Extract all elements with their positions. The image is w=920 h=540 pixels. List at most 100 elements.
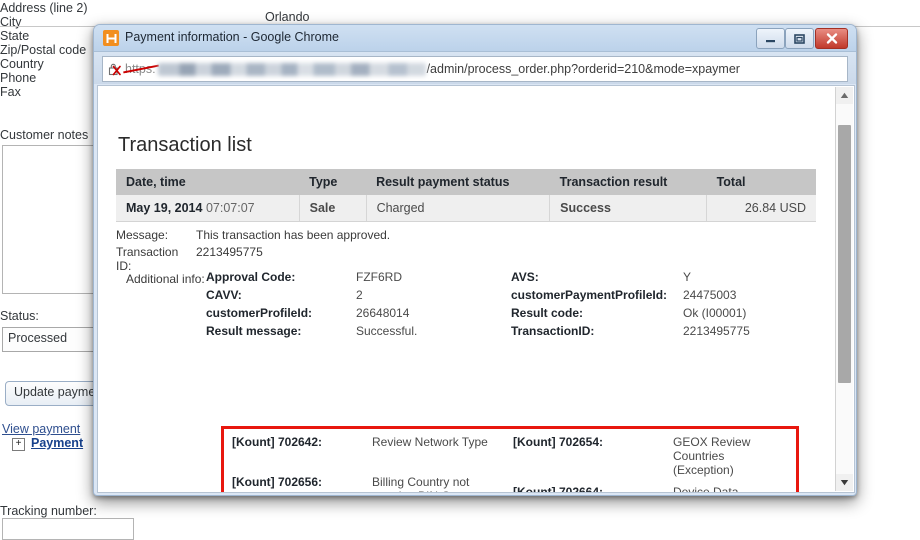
avs-key: AVS: [511, 270, 539, 284]
page-scrollbar[interactable] [835, 87, 853, 491]
result-message-key: Result message: [206, 324, 302, 338]
maximize-button[interactable] [785, 28, 814, 49]
kount-row: [Kount] 702664: Device Data Collector Mi… [513, 485, 794, 493]
window-title: Payment information - Google Chrome [125, 30, 339, 44]
browser-toolbar: https: /admin/process_order.php?orderid=… [94, 52, 856, 84]
message-value: This transaction has been approved. [196, 228, 391, 242]
kount-row: [Kount] 702656: Billing Country not equa… [232, 475, 513, 492]
customer-notes-textarea[interactable] [2, 145, 102, 294]
expand-plus-icon[interactable]: + [12, 438, 25, 451]
col-date-time: Date, time [116, 169, 300, 195]
kount-row: [Kount] 702654: GEOX Review Countries (E… [513, 435, 794, 477]
scroll-down-arrow-icon[interactable] [836, 474, 853, 491]
scrollbar-thumb[interactable] [838, 125, 851, 383]
result-code-value: Ok (I00001) [683, 306, 747, 320]
bg-field-zip: Zip/Postal code [0, 43, 87, 57]
additional-info-label: Additional info: [126, 272, 205, 286]
approval-code-value: FZF6RD [356, 270, 402, 284]
cell-type: Sale [298, 195, 367, 222]
kount-702664-key: [Kount] 702664: [513, 485, 604, 493]
broken-https-lock-icon[interactable] [107, 62, 122, 77]
additional-info-row: customerPaymentProfileId: 24475003 [511, 288, 816, 302]
approval-code-key: Approval Code: [206, 270, 296, 284]
cavv-key: CAVV: [206, 288, 242, 302]
col-payment-status: Result payment status [366, 169, 550, 195]
view-payment-link[interactable]: View payment [2, 422, 80, 436]
kount-702656-key: [Kount] 702656: [232, 475, 323, 489]
detail-transaction-id-row: Transaction ID: 2213495775 [116, 245, 816, 273]
kount-702654-value: GEOX Review Countries (Exception) [673, 435, 751, 477]
transaction-table: Date, time Type Result payment status Tr… [116, 169, 816, 222]
kount-right-column: [Kount] 702654: GEOX Review Countries (E… [513, 435, 794, 493]
bg-field-phone: Phone [0, 71, 37, 85]
transaction-detail: Message: This transaction has been appro… [116, 228, 816, 492]
kount-702664-value: Device Data Collector Missing & Score > … [673, 485, 739, 493]
bg-field-state: State [0, 29, 30, 43]
table-row: May 19, 2014 07:07:07 Sale Charged Succe… [116, 195, 816, 222]
additional-info-row: customerProfileId: 26648014 [206, 306, 511, 320]
tracking-number-label: Tracking number: [0, 504, 97, 518]
page-viewport: Transaction list Date, time Type Result … [97, 85, 855, 493]
cell-date-time: May 19, 2014 07:07:07 [116, 195, 300, 222]
cell-time: 07:07:07 [205, 201, 255, 215]
kount-702642-value: Review Network Type [372, 435, 488, 449]
status-select-value: Processed [8, 331, 68, 345]
customer-profile-id-value: 26648014 [356, 306, 410, 320]
col-total: Total [706, 169, 816, 195]
url-path: /admin/process_order.php?orderid=210&mod… [426, 62, 740, 76]
bg-field-country: Country [0, 57, 44, 71]
chrome-popup-window: Payment information - Google Chrome /adm… [93, 24, 857, 496]
kount-702656-value: Billing Country not equal to BIN Country… [372, 475, 483, 492]
page-title: Transaction list [118, 134, 252, 156]
customer-payment-profile-id-key: customerPaymentProfileId: [511, 288, 668, 302]
additional-info-grid: Approval Code: FZF6RD CAVV: 2 customerPr… [206, 270, 816, 342]
transaction-page: Transaction list Date, time Type Result … [98, 86, 835, 492]
result-message-value: Successful. [356, 324, 418, 338]
close-button[interactable] [815, 28, 848, 49]
kount-left-column: [Kount] 702642: Review Network Type [Kou… [232, 435, 513, 492]
kount-702642-key: [Kount] 702642: [232, 435, 323, 449]
table-header-row: Date, time Type Result payment status Tr… [116, 169, 816, 195]
cavv-value: 2 [356, 288, 363, 302]
customer-payment-profile-id-value: 24475003 [683, 288, 737, 302]
additional-info-row: Approval Code: FZF6RD [206, 270, 511, 284]
update-payment-button-label: Update payme [14, 385, 96, 399]
cell-result: Success [549, 195, 707, 222]
bg-field-fax: Fax [0, 85, 21, 99]
avs-value: Y [683, 270, 692, 284]
bg-field-address2: Address (line 2) [0, 1, 88, 15]
tracking-number-input[interactable] [2, 518, 134, 540]
col-type: Type [299, 169, 367, 195]
transactionid-key: TransactionID: [511, 324, 595, 338]
kount-row: [Kount] 702642: Review Network Type [232, 435, 513, 449]
additional-info-row: Result code: Ok (I00001) [511, 306, 816, 320]
additional-info-right-column: AVS: Y customerPaymentProfileId: 2447500… [511, 270, 816, 342]
transaction-id-label: Transaction ID: [116, 245, 179, 273]
additional-info-row: Result message: Successful. [206, 324, 511, 338]
payment-section-link[interactable]: Payment [31, 436, 83, 450]
bg-city-value: Orlando [265, 10, 310, 24]
scroll-up-arrow-icon[interactable] [836, 87, 853, 104]
minimize-button[interactable] [756, 28, 785, 49]
result-code-key: Result code: [511, 306, 584, 320]
detail-message-row: Message: This transaction has been appro… [116, 228, 816, 242]
additional-info-row: AVS: Y [511, 270, 816, 284]
window-titlebar: Payment information - Google Chrome [94, 25, 856, 52]
cell-status: Charged [365, 195, 550, 222]
url-scheme-wrapper: https: [123, 62, 159, 76]
additional-info-row: CAVV: 2 [206, 288, 511, 302]
address-bar[interactable]: https: /admin/process_order.php?orderid=… [102, 56, 848, 82]
col-txn-result: Transaction result [549, 169, 707, 195]
scrollbar-track[interactable] [836, 104, 853, 474]
transaction-id-value: 2213495775 [196, 245, 263, 259]
url-redacted-host [157, 62, 426, 76]
orange-app-favicon-icon [103, 30, 119, 46]
customer-notes-label: Customer notes [0, 128, 89, 142]
kount-702654-key: [Kount] 702654: [513, 435, 604, 449]
additional-info-row: TransactionID: 2213495775 [511, 324, 816, 338]
kount-highlight-box: [Kount] 702642: Review Network Type [Kou… [221, 426, 799, 493]
message-label: Message: [116, 228, 169, 242]
cell-date: May 19, 2014 [126, 201, 203, 215]
cell-total: 26.84 USD [706, 195, 816, 222]
customer-profile-id-key: customerProfileId: [206, 306, 313, 320]
